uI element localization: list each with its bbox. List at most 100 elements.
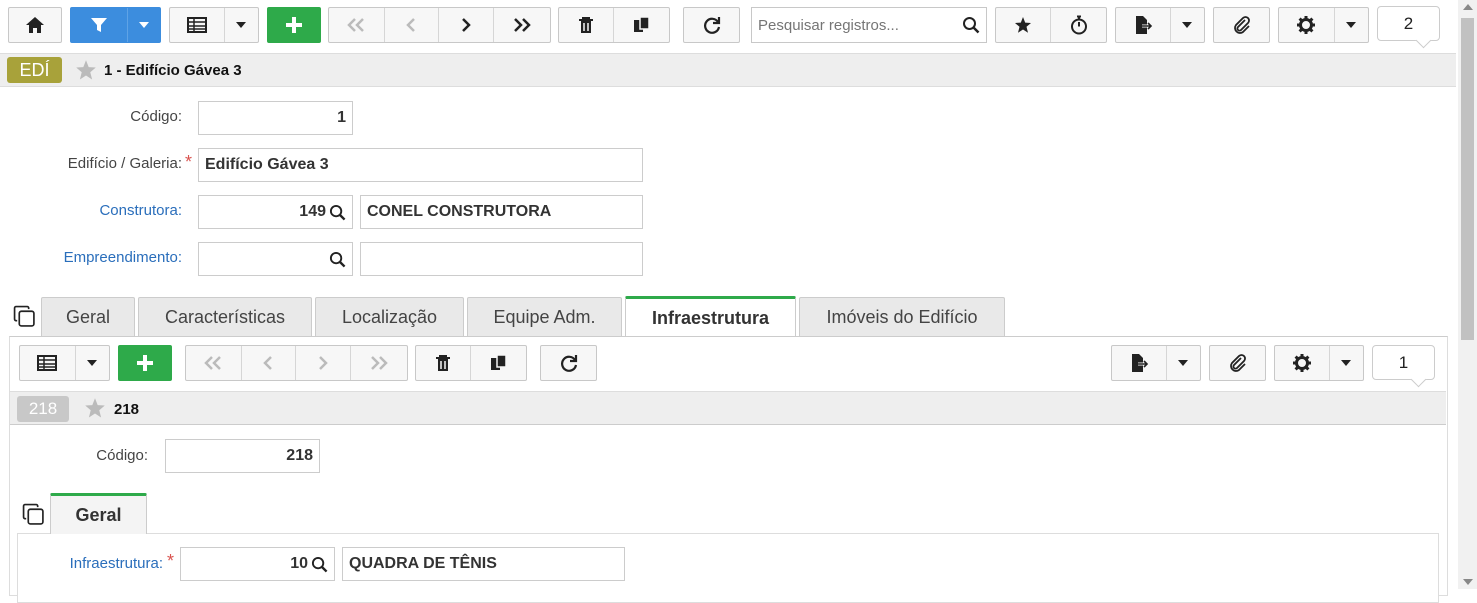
settings-button[interactable] [1279, 8, 1335, 42]
infraestrutura-code-field[interactable]: 10 [180, 547, 335, 581]
add-record-button[interactable] [267, 7, 321, 43]
star-icon[interactable] [84, 397, 106, 419]
search-input[interactable] [758, 16, 962, 34]
sub-codigo-field[interactable]: 218 [165, 439, 320, 473]
home-icon [26, 17, 44, 33]
tab-imoveis-do-edificio[interactable]: Imóveis do Edifício [799, 297, 1005, 337]
sub-export-dropdown[interactable] [1167, 346, 1200, 380]
construtora-label[interactable]: Construtora: [20, 202, 182, 219]
gear-icon [1297, 16, 1316, 34]
tab-infraestrutura[interactable]: Infraestrutura [625, 296, 796, 337]
scroll-up-arrow-icon[interactable] [1463, 4, 1473, 10]
sub-attachment-button[interactable] [1209, 345, 1266, 381]
favorite-button[interactable] [996, 8, 1052, 42]
sub-refresh-button[interactable] [540, 345, 597, 381]
search-icon[interactable] [329, 204, 346, 221]
vertical-scrollbar[interactable] [1458, 0, 1477, 589]
empreendimento-code-field[interactable] [198, 242, 353, 276]
export-group[interactable] [1115, 7, 1205, 43]
sub-grid-view-group[interactable] [19, 345, 110, 381]
sub-add-button[interactable] [118, 345, 172, 381]
export-button[interactable] [1116, 8, 1171, 42]
sub-record-count-badge: 1 [1372, 345, 1435, 380]
infraestrutura-label[interactable]: Infraestrutura: [30, 555, 163, 572]
search-icon[interactable] [962, 16, 980, 34]
codigo-field[interactable]: 1 [198, 101, 353, 135]
sub-grid-view-dropdown[interactable] [76, 346, 109, 380]
sub-previous-button[interactable] [242, 346, 297, 380]
empreendimento-label[interactable]: Empreendimento: [20, 249, 182, 266]
search-box[interactable] [751, 7, 987, 43]
delete-button[interactable] [559, 8, 615, 42]
first-record-button[interactable] [329, 8, 385, 42]
double-chevron-left-icon [347, 18, 365, 32]
sub-settings-button[interactable] [1275, 346, 1330, 380]
chevron-left-icon [263, 356, 273, 370]
previous-record-button[interactable] [385, 8, 440, 42]
grid-view-dropdown[interactable] [225, 8, 258, 42]
sub-last-button[interactable] [351, 346, 407, 380]
caret-down-icon [138, 22, 149, 28]
tab-caracteristicas[interactable]: Características [138, 297, 312, 337]
sub-settings-group[interactable] [1274, 345, 1364, 381]
tab-equipe-adm[interactable]: Equipe Adm. [467, 297, 622, 337]
double-chevron-right-icon [513, 18, 531, 32]
sub-settings-dropdown[interactable] [1330, 346, 1363, 380]
stopwatch-icon [1070, 15, 1087, 35]
tab-geral[interactable]: Geral [41, 297, 135, 337]
sub-next-button[interactable] [296, 346, 351, 380]
copy-icon [633, 16, 650, 32]
duplicate-button[interactable] [614, 8, 669, 42]
sub-record-actions-group[interactable] [415, 345, 527, 381]
timer-button[interactable] [1051, 8, 1106, 42]
filter-dropdown-button[interactable] [128, 8, 160, 42]
favorites-group[interactable] [995, 7, 1107, 43]
refresh-button[interactable] [683, 7, 740, 43]
next-record-button[interactable] [439, 8, 494, 42]
search-icon[interactable] [311, 556, 328, 573]
chevron-right-icon [318, 356, 328, 370]
sub-export-group[interactable] [1111, 345, 1201, 381]
copy-tabs-icon[interactable] [22, 503, 45, 526]
sub-codigo-label: Código: [96, 447, 148, 464]
attachment-button[interactable] [1213, 7, 1270, 43]
export-dropdown[interactable] [1171, 8, 1204, 42]
last-record-button[interactable] [494, 8, 550, 42]
settings-group[interactable] [1278, 7, 1369, 43]
settings-dropdown[interactable] [1335, 8, 1368, 42]
record-header: EDÍ 1 - Edifício Gávea 3 [0, 53, 1456, 87]
grid-view-button[interactable] [170, 8, 225, 42]
sub-delete-button[interactable] [416, 346, 472, 380]
copy-tabs-icon[interactable] [13, 305, 36, 328]
sub-duplicate-button[interactable] [471, 346, 526, 380]
construtora-code-field[interactable]: 149 [198, 195, 353, 229]
grid-view-group[interactable] [169, 7, 259, 43]
home-button[interactable] [8, 7, 62, 43]
codigo-label: Código: [130, 108, 182, 125]
edificio-field[interactable]: Edifício Gávea 3 [198, 148, 643, 182]
record-count-badge: 2 [1377, 6, 1440, 41]
trash-icon [579, 17, 593, 33]
sub-first-button[interactable] [186, 346, 242, 380]
filter-button-group[interactable] [70, 7, 161, 43]
sub-export-button[interactable] [1112, 346, 1167, 380]
paperclip-icon [1233, 16, 1250, 34]
table-icon [186, 17, 207, 33]
table-icon [37, 355, 58, 371]
filter-icon [90, 18, 107, 32]
tab-localizacao[interactable]: Localização [315, 297, 464, 337]
sub-navigation-group[interactable] [185, 345, 408, 381]
infraestrutura-name-field: QUADRA DE TÊNIS [342, 547, 625, 581]
navigation-group[interactable] [328, 7, 551, 43]
scroll-down-arrow-icon[interactable] [1463, 579, 1473, 585]
file-export-icon [1135, 16, 1153, 34]
record-actions-group[interactable] [558, 7, 670, 43]
search-icon[interactable] [329, 251, 346, 268]
chevron-right-icon [461, 18, 471, 32]
scrollbar-thumb[interactable] [1461, 18, 1474, 340]
filter-button[interactable] [71, 8, 128, 42]
inner-tab-geral[interactable]: Geral [50, 493, 147, 534]
construtora-name-field: CONEL CONSTRUTORA [360, 195, 643, 229]
sub-grid-view-button[interactable] [20, 346, 76, 380]
star-icon[interactable] [75, 59, 97, 81]
